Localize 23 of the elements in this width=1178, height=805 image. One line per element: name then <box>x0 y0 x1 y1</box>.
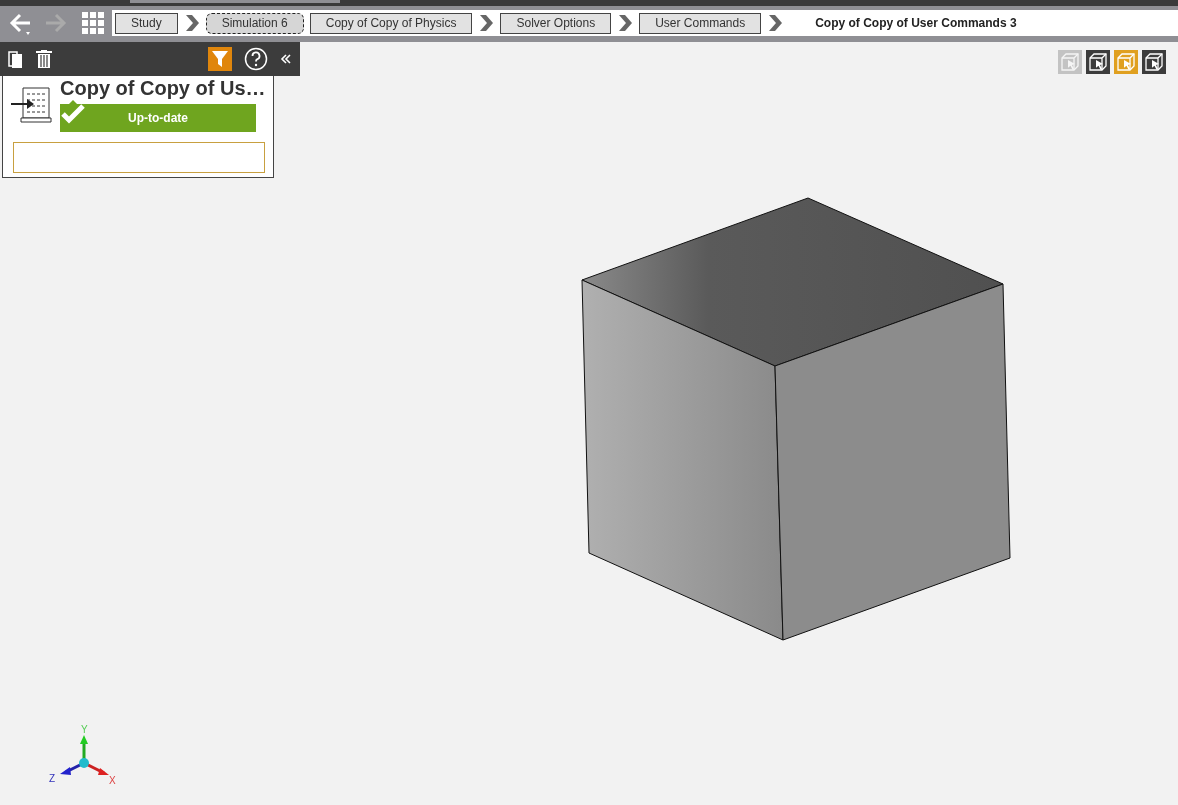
axis-label: Z <box>49 773 56 784</box>
copy-button[interactable] <box>8 50 24 68</box>
axis-triad-drawing <box>60 735 109 775</box>
breadcrumb[interactable]: Study <box>115 12 178 34</box>
status-banner: Up-to-date <box>60 104 256 132</box>
view-mode-button[interactable] <box>1142 50 1166 74</box>
breadcrumb[interactable]: Solver Options <box>500 12 612 34</box>
input-field[interactable] <box>13 142 265 173</box>
axis-label: X <box>109 775 116 786</box>
breadcrumb-current: Copy of Copy of User Commands 3 <box>815 16 1017 30</box>
axis-label: Y <box>81 724 88 735</box>
filter-button[interactable] <box>208 47 232 71</box>
check-icon <box>61 100 87 126</box>
breadcrumb[interactable]: User Commands <box>639 12 762 34</box>
object-title: Copy of Copy of Us… <box>60 77 266 100</box>
delete-button[interactable] <box>36 50 52 68</box>
breadcrumb[interactable]: Simulation 6 <box>205 12 304 34</box>
grid-menu-icon[interactable] <box>82 12 104 34</box>
script-icon <box>11 86 55 124</box>
help-button[interactable] <box>244 47 268 71</box>
view-mode-button[interactable] <box>1086 50 1110 74</box>
collapse-button[interactable] <box>280 53 292 65</box>
breadcrumb[interactable]: Copy of Copy of Physics <box>309 12 473 34</box>
